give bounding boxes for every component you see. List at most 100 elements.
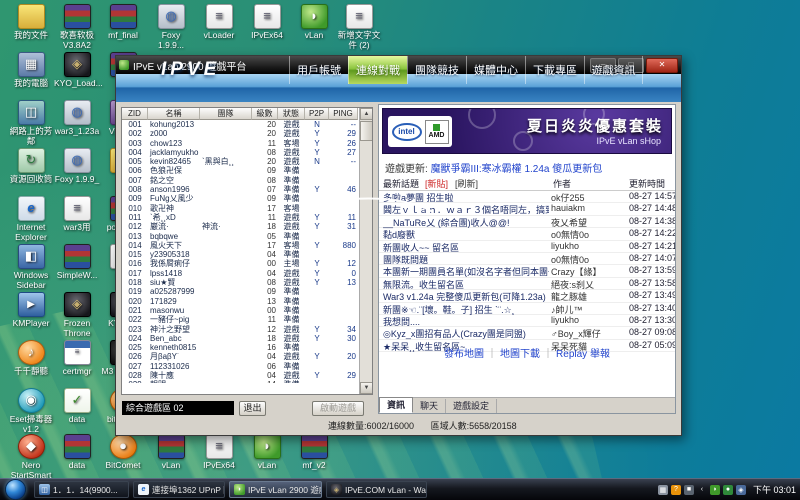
table-row[interactable]: 019a02528799909準備 [122, 287, 372, 296]
forum-row[interactable]: 閪左ｖｌａｎ．ｗａｒ３個名唔同左，搞到用唔到ｄ野hauiakm08-27 14:… [379, 203, 675, 215]
table-header-PING[interactable]: PING [329, 108, 358, 120]
desktop-icon-新增文字文件 (2)[interactable]: ≡新增文字文件 (2) [336, 4, 382, 50]
table-header-狀態[interactable]: 狀態 [278, 108, 305, 120]
user-online-icon[interactable]: ● [723, 485, 733, 495]
desktop-icon-Windows Sidebar[interactable]: ◧Windows Sidebar [8, 244, 54, 290]
exit-button[interactable]: 退出 [239, 401, 266, 416]
desktop-icon-vLoader[interactable]: ≡vLoader [196, 4, 242, 41]
table-row[interactable]: 017lpss141804遊戲Y0 [122, 269, 372, 278]
table-row[interactable]: 013bqbqwe05準備 [122, 232, 372, 241]
forum-row[interactable]: War3 v1.24a 完整傻瓜更新包(可降1.23a)龍之豚雄08-27 13… [379, 290, 675, 302]
forum-row[interactable]: 黏d廢獸o0無情0o08-27 14:22 [379, 228, 675, 240]
start-button[interactable] [5, 479, 26, 500]
forum-row[interactable]: __NaTuRe乂 (綜合團)收人@@!夜乂希望08-27 14:38 [379, 216, 675, 228]
desktop-icon-war3用[interactable]: ≡war3用 [54, 196, 100, 233]
forum-topic[interactable]: ◎Kyz_x團招有品人(Crazy團是同盟) [383, 327, 549, 340]
nav-tab-下載專區[interactable]: 下載專區 [525, 56, 584, 84]
taskbar-button-連接埠1362 UPnP 關...[interactable]: e連接埠1362 UPnP 關... [133, 481, 225, 498]
network-status-icon[interactable]: ■ [684, 485, 694, 495]
desktop-icon-Internet Explorer[interactable]: eInternet Explorer [8, 196, 54, 242]
desktop-icon-mf_final[interactable]: mf_final [100, 4, 146, 41]
nav-tab-用戶帳號[interactable]: 用戶帳號 [289, 56, 348, 84]
forum-row[interactable]: 團隊既問題o0無情0o08-27 14:07 [379, 253, 675, 265]
table-row[interactable]: 018siu★賢08遊戲Y13 [122, 278, 372, 287]
forum-topic[interactable]: 新團收人~~ 留名區 [383, 241, 549, 254]
taskbar-button-1．1．14(9900...[interactable]: ◫1．1．14(9900... [34, 481, 129, 498]
desktop-icon-mf_v2[interactable]: mf_v2 [291, 434, 337, 471]
forum-row[interactable]: 無限流。收生留名區絕夜:s刹乂08-27 13:58 [379, 278, 675, 290]
nav-tab-連線對戰[interactable]: 連線對戰 [348, 56, 407, 84]
table-row[interactable]: 023神汁之野望12遊戲Y34 [122, 325, 372, 334]
table-header-名稱[interactable]: 名稱 [148, 108, 200, 120]
desktop-icon-Foxy 1.9.9_[interactable]: ◍Foxy 1.9.9_ [54, 148, 100, 185]
desktop-icon-網路上的芳鄰[interactable]: ◫網路上的芳鄰 [8, 100, 54, 146]
forum-topic[interactable]: 閪左ｖｌａｎ．ｗａｒ３個名唔同左，搞到用唔到ｄ野 [383, 203, 549, 216]
desktop-icon-SimpleW...[interactable]: SimpleW... [54, 244, 100, 281]
table-row[interactable]: 026月βaβY˙04遊戲Y20 [122, 352, 372, 361]
forum-row[interactable]: 新團收人~~ 留名區liyukho08-27 14:21 [379, 241, 675, 253]
table-row[interactable]: 003chow12311客場Y26 [122, 139, 372, 148]
desktop-icon-vLan[interactable]: ◗vLan [291, 4, 337, 41]
desktop-icon-vLan[interactable]: vLan [148, 434, 194, 471]
table-row[interactable]: 029靚明14準備 [122, 380, 372, 383]
desktop-icon-KMPlayer[interactable]: ▶KMPlayer [8, 292, 54, 329]
table-header-團隊[interactable]: 團隊 [200, 108, 252, 120]
forum-row[interactable]: 多啦a夢團 招生啦ok仔25508-27 14:57 [379, 191, 675, 203]
table-row[interactable]: 012巖流·神流·18遊戲Y31 [122, 222, 372, 231]
desktop-icon-KYO_Load...[interactable]: ◈KYO_Load... [54, 52, 100, 89]
table-row[interactable]: 024Ben_abc18遊戲Y30 [122, 334, 372, 343]
desktop-icon-Eset掃毒器 v1.2[interactable]: ◉Eset掃毒器 v1.2 [8, 388, 54, 434]
desktop-icon-IPvEx64[interactable]: ≡IPvEx64 [196, 434, 242, 471]
forum-topic[interactable]: 本團新一期團員名單(如沒名字者但同本團一樣名額留言 [383, 265, 549, 278]
forum-topic[interactable]: 團隊既問題 [383, 253, 549, 266]
tab-遊戲設定[interactable]: 遊戲設定 [446, 399, 497, 413]
table-row[interactable]: 009FuNg乂風少09準備 [122, 194, 372, 203]
table-row[interactable]: 010歌卍神17客場 [122, 204, 372, 213]
new-post-link[interactable]: [新貼] [425, 177, 448, 190]
desktop-icon-我的文件[interactable]: 我的文件 [8, 4, 54, 41]
table-row[interactable]: 015y2390531804準備 [122, 250, 372, 259]
forum-row[interactable]: ◎Kyz_x團招有品人(Crazy團是同盟)♂Boy_x輝仔08-27 09:0… [379, 327, 675, 339]
desktop-icon-IPvEx64[interactable]: ≡IPvEx64 [244, 4, 290, 41]
desktop-icon-千千靜聽[interactable]: ♪千千靜聽 [8, 340, 54, 377]
update-link[interactable]: 魔獸爭霸III:寒冰霸權 1.24a 傻瓜更新包 [431, 164, 603, 175]
footer-link-Replay 舉報[interactable]: Replay 舉報 [556, 349, 610, 360]
table-row[interactable]: 02711233102606準備 [122, 362, 372, 371]
footer-link-發布地圖[interactable]: 發布地圖 [444, 349, 484, 360]
table-row[interactable]: 028陳十應04遊戲Y29 [122, 371, 372, 380]
desktop-icon-data[interactable]: data [54, 434, 100, 471]
table-row[interactable]: 025kenneth081516準備 [122, 343, 372, 352]
close-button[interactable]: ✕ [646, 58, 678, 73]
forum-topic[interactable]: 無限流。收生留名區 [383, 278, 549, 291]
table-header-級數[interactable]: 級數 [252, 108, 278, 120]
desktop-icon-data[interactable]: ✓data [54, 388, 100, 425]
player-table-body[interactable]: 001kohung201320遊戲N--002z00020遊戲Y29003cho… [122, 120, 372, 383]
desktop-icon-war3_1.23a[interactable]: ◍war3_1.23a [54, 100, 100, 137]
security-alert-icon[interactable]: ? [671, 485, 681, 495]
table-row[interactable]: 006色狼卍保09準備 [122, 166, 372, 175]
taskbar-button-IPvE.COM vLan - War...[interactable]: ◈IPvE.COM vLan - War... [326, 481, 427, 498]
desktop-icon-歌喜软极 V3.8A2[interactable]: 歌喜软极 V3.8A2 [54, 4, 100, 50]
table-row[interactable]: 021masonwu00準備 [122, 306, 372, 315]
table-row[interactable]: 007銘之空08準備 [122, 176, 372, 185]
table-row[interactable]: 014風火天下17客場Y880 [122, 241, 372, 250]
keyboard-icon[interactable]: ▦ [658, 485, 668, 495]
chevron-left-icon[interactable]: ‹ [697, 485, 707, 495]
forum-topic[interactable]: __NaTuRe乂 (綜合團)收人@@! [383, 216, 549, 229]
tab-資訊[interactable]: 資訊 [379, 397, 413, 413]
table-row[interactable]: 011`希¸¸xD11遊戲Y11 [122, 213, 372, 222]
forum-topic[interactable]: War3 v1.24a 完整傻瓜更新包(可降1.23a) [383, 290, 549, 303]
desktop-icon-資源回收筒[interactable]: ↻資源回收筒 [8, 148, 54, 185]
table-row[interactable]: 022一豬仔~pig11準備 [122, 315, 372, 324]
nav-tab-團隊競技[interactable]: 團隊競技 [407, 56, 466, 84]
table-row[interactable]: 005kevin82465`黑與白¸¸20遊戲N-- [122, 157, 372, 166]
table-row[interactable]: 001kohung201320遊戲N-- [122, 120, 372, 129]
desktop-icon-vLan[interactable]: ◗vLan [244, 434, 290, 471]
scroll-down-arrow-icon[interactable]: ▼ [360, 382, 373, 394]
shop-ad-banner[interactable]: intel AMD 夏日炎炎優惠套裝 IPvE vLan sHop [382, 108, 672, 154]
table-header-ZID[interactable]: ZID [122, 108, 148, 120]
forum-row[interactable]: 我想問....liyukho08-27 13:30 [379, 315, 675, 327]
start-game-button[interactable]: 啟動遊戲 [312, 401, 364, 416]
desktop-icon-certmgr[interactable]: ≡certmgr [54, 340, 100, 377]
refresh-link[interactable]: [刷新] [455, 177, 478, 190]
